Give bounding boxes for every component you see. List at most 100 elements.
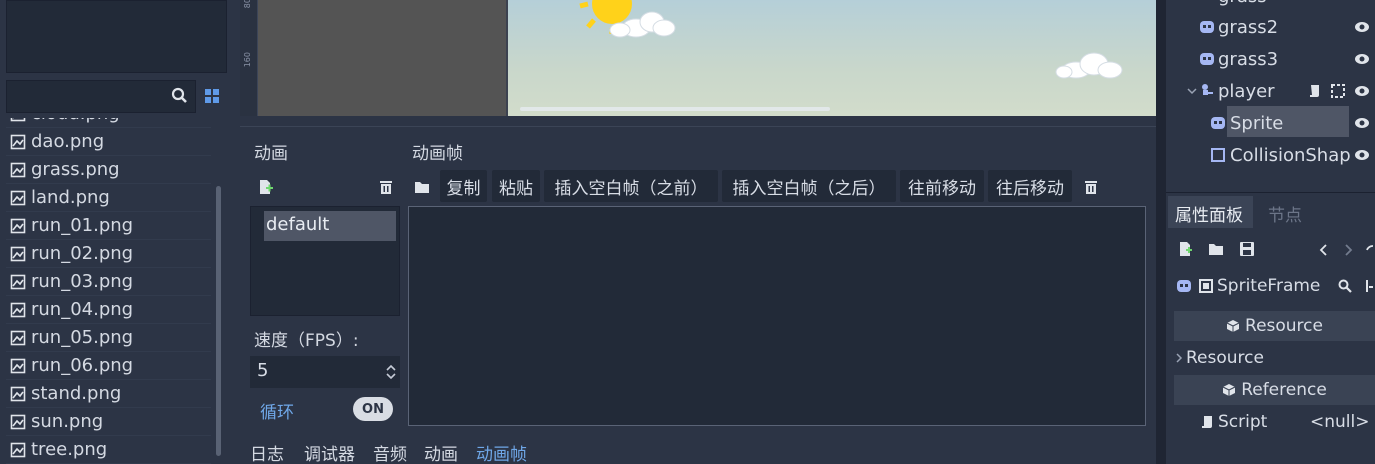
fps-spinbox[interactable]: 5 <box>250 356 400 388</box>
animated-sprite-icon <box>1211 117 1225 129</box>
collision-shape-icon <box>1211 148 1225 162</box>
tab-audio[interactable]: 音频 <box>373 440 407 464</box>
tree-node-collisionshape[interactable]: CollisionShap <box>1170 139 1375 171</box>
section-resource-header[interactable]: Resource <box>1174 311 1375 341</box>
tab-inspector[interactable]: 属性面板 <box>1168 196 1253 228</box>
tab-sprite-frames[interactable]: 动画帧 <box>476 440 527 464</box>
search-icon[interactable] <box>170 86 190 106</box>
resource-selector[interactable]: SpriteFrame <box>1174 271 1375 301</box>
file-item[interactable]: run_06.png <box>6 352 211 380</box>
image-file-icon <box>10 386 26 401</box>
move-forward-button[interactable]: 往前移动 <box>900 170 984 202</box>
speed-label: 速度（FPS）: <box>254 331 359 351</box>
image-file-icon <box>10 218 26 233</box>
file-name: dao.png <box>31 131 105 152</box>
visibility-eye-icon[interactable] <box>1354 83 1370 99</box>
chevron-right-icon[interactable] <box>1342 242 1354 258</box>
insert-empty-before-button[interactable]: 插入空白帧（之前） <box>544 170 718 202</box>
file-item[interactable]: run_01.png <box>6 212 211 240</box>
tree-node-player[interactable]: player <box>1170 75 1375 107</box>
tab-debugger[interactable]: 调试器 <box>304 440 355 464</box>
file-item[interactable]: tree.png <box>6 436 211 464</box>
delete-frame-icon[interactable] <box>1082 178 1100 196</box>
grid-view-icon[interactable] <box>203 87 221 105</box>
scene-sprites <box>579 0 1123 79</box>
section-title: Reference <box>1241 380 1327 400</box>
animation-item[interactable]: default <box>264 211 396 241</box>
stepper-arrows-icon[interactable] <box>384 362 398 382</box>
animated-sprite-icon <box>1177 280 1191 292</box>
game-canvas[interactable] <box>506 0 1156 116</box>
open-folder-icon[interactable] <box>1208 241 1224 257</box>
script-icon[interactable] <box>1307 83 1323 99</box>
tools-icon[interactable] <box>1364 278 1374 294</box>
tree-node-label: player <box>1218 80 1275 102</box>
file-item[interactable]: run_05.png <box>6 324 211 352</box>
search-icon[interactable] <box>1337 278 1353 294</box>
dock-divider <box>1156 0 1166 464</box>
tree-node-label: grass2 <box>1218 16 1279 38</box>
image-file-icon <box>10 190 26 205</box>
chevron-right-icon <box>1176 353 1183 363</box>
tab-animation[interactable]: 动画 <box>424 440 458 464</box>
kinematic-body-icon <box>1202 84 1213 95</box>
section-reference-header[interactable]: Reference <box>1174 375 1375 405</box>
file-item[interactable]: land.png <box>6 184 211 212</box>
visibility-eye-icon[interactable] <box>1354 147 1370 163</box>
new-resource-icon[interactable] <box>1177 241 1193 257</box>
tab-output[interactable]: 日志 <box>250 440 284 464</box>
tree-node-partial[interactable]: grass <box>1218 0 1267 7</box>
tree-node-grass3[interactable]: grass3 <box>1170 43 1375 75</box>
group-resource[interactable]: Resource <box>1174 343 1375 373</box>
insert-empty-after-button[interactable]: 插入空白帧（之后） <box>722 170 896 202</box>
copy-button[interactable]: 复制 <box>440 170 487 202</box>
file-item[interactable]: cloud.png <box>6 118 211 128</box>
tab-node[interactable]: 节点 <box>1268 201 1302 226</box>
tree-node-grass2[interactable]: grass2 <box>1170 11 1375 43</box>
file-name: land.png <box>31 187 110 208</box>
property-value[interactable]: <null> <box>1310 412 1369 432</box>
file-item[interactable]: dao.png <box>6 128 211 156</box>
visibility-eye-icon[interactable] <box>1354 115 1370 131</box>
visibility-eye-icon[interactable] <box>1354 51 1370 67</box>
new-animation-icon[interactable] <box>256 178 274 196</box>
history-icon[interactable] <box>1364 242 1375 258</box>
file-list-scrollbar[interactable] <box>216 186 221 456</box>
tree-node-label: Sprite <box>1230 112 1284 134</box>
section-title: Resource <box>1245 316 1323 336</box>
chevron-down-icon[interactable] <box>1186 85 1198 97</box>
animations-label: 动画 <box>254 144 288 164</box>
image-file-icon <box>10 162 26 177</box>
group-select-icon[interactable] <box>1330 83 1346 99</box>
file-search-input[interactable] <box>6 80 196 113</box>
loop-toggle[interactable]: ON <box>353 397 393 421</box>
frames-grid[interactable] <box>408 206 1146 426</box>
save-icon[interactable] <box>1239 241 1255 257</box>
property-script[interactable]: Script <null> <box>1174 407 1375 437</box>
file-item[interactable]: stand.png <box>6 380 211 408</box>
file-item[interactable]: run_04.png <box>6 296 211 324</box>
file-name: run_01.png <box>31 215 134 236</box>
file-name: run_04.png <box>31 299 134 320</box>
loop-label: 循环 <box>260 403 294 423</box>
chevron-left-icon[interactable] <box>1318 242 1330 258</box>
file-item[interactable]: sun.png <box>6 408 211 436</box>
visibility-eye-icon[interactable] <box>1354 19 1370 35</box>
file-item[interactable]: run_03.png <box>6 268 211 296</box>
file-name: tree.png <box>31 439 108 460</box>
filesystem-tree-box[interactable] <box>6 0 227 73</box>
property-label: Script <box>1218 412 1268 432</box>
paste-button[interactable]: 粘贴 <box>492 170 540 202</box>
tree-node-label: CollisionShap <box>1230 144 1351 166</box>
file-name: run_03.png <box>31 271 134 292</box>
file-item[interactable]: run_02.png <box>6 240 211 268</box>
delete-animation-icon[interactable] <box>377 178 395 196</box>
viewport-scrollbar[interactable] <box>520 107 830 111</box>
image-file-icon <box>10 118 26 121</box>
file-item[interactable]: grass.png <box>6 156 211 184</box>
tree-node-sprite[interactable]: Sprite <box>1170 107 1375 139</box>
file-name: run_02.png <box>31 243 134 264</box>
file-name: run_05.png <box>31 327 134 348</box>
load-folder-icon[interactable] <box>413 178 431 196</box>
move-back-button[interactable]: 往后移动 <box>988 170 1072 202</box>
